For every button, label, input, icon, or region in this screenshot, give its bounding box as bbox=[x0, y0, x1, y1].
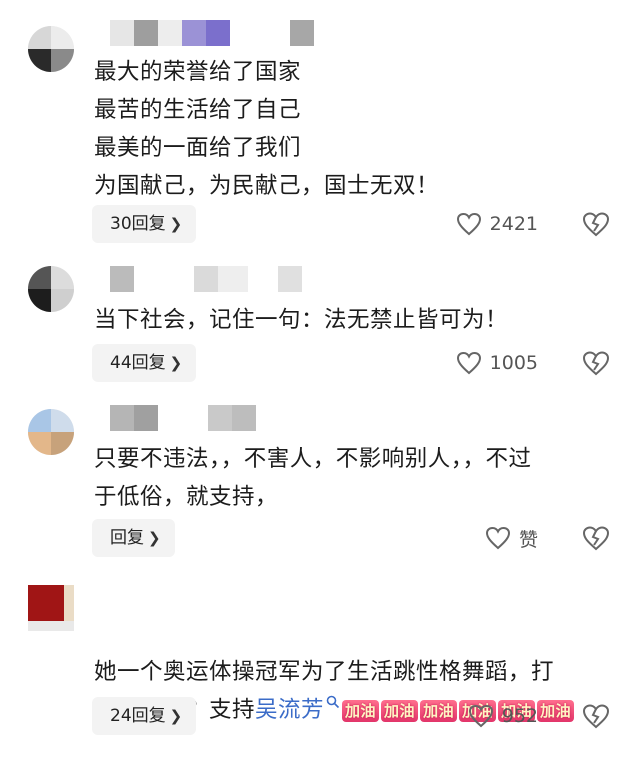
cheer-sticker: 加油 bbox=[537, 699, 575, 722]
broken-heart-icon[interactable] bbox=[582, 349, 610, 377]
comment-text: 只要不违法，，不害人，不影响别人，，不过 于低俗，就支持， bbox=[94, 446, 532, 510]
like-count: 1005 bbox=[489, 352, 538, 374]
chevron-right-icon: ❯ bbox=[169, 707, 183, 725]
cheer-sticker: 加油 bbox=[381, 699, 419, 722]
reply-label: 44回复 bbox=[110, 353, 166, 373]
chevron-right-icon: ❯ bbox=[169, 354, 183, 372]
reply-button[interactable]: 30回复 ❯ bbox=[92, 205, 197, 243]
heart-outline-icon bbox=[456, 351, 481, 375]
avatar[interactable] bbox=[28, 266, 74, 312]
comment-text: 最大的荣誉给了国家 最苦的生活给了自己 最美的一面给了我们 为国献己，为民献己，… bbox=[94, 59, 440, 199]
heart-outline-icon bbox=[456, 212, 481, 236]
heart-outline-icon bbox=[485, 526, 510, 550]
comment-item: 当下社会，记住一句：法无禁止皆可为！ 44回复 ❯ 1005 bbox=[0, 250, 640, 385]
username-blurred[interactable] bbox=[110, 20, 314, 50]
chevron-right-icon: ❯ bbox=[148, 529, 161, 547]
like-button[interactable]: 1005 bbox=[456, 344, 538, 382]
cheer-sticker: 加油 bbox=[342, 699, 380, 722]
reply-label: 回复 bbox=[110, 528, 144, 548]
comment-item: 她一个奥运体操冠军为了生活跳性格舞蹈，打 了谁的脸？支持吴流芳加油加油加油加油加… bbox=[0, 585, 640, 762]
like-button[interactable]: 2421 bbox=[456, 205, 538, 243]
reply-label: 30回复 bbox=[110, 214, 166, 234]
like-count: 2421 bbox=[489, 213, 538, 235]
avatar[interactable] bbox=[28, 409, 74, 455]
like-count: 952 bbox=[501, 705, 538, 727]
avatar[interactable] bbox=[28, 585, 74, 631]
broken-heart-icon[interactable] bbox=[582, 524, 610, 552]
search-icon bbox=[326, 695, 340, 708]
like-button[interactable]: 赞 bbox=[485, 519, 538, 557]
broken-heart-icon[interactable] bbox=[582, 210, 610, 238]
reply-button[interactable]: 24回复 ❯ bbox=[92, 697, 197, 735]
broken-heart-icon[interactable] bbox=[582, 702, 610, 730]
comment-text: 当下社会，记住一句：法无禁止皆可为！ bbox=[94, 307, 509, 333]
comment-item: 最大的荣誉给了国家 最苦的生活给了自己 最美的一面给了我们 为国献己，为民献己，… bbox=[0, 0, 640, 250]
mention-name: 吴流芳 bbox=[255, 697, 325, 723]
like-button[interactable]: 952 bbox=[468, 697, 538, 735]
comment-item: 只要不违法，，不害人，不影响别人，，不过 于低俗，就支持， 回复 ❯ 赞 bbox=[0, 385, 640, 585]
heart-outline-icon bbox=[468, 704, 493, 728]
reply-button[interactable]: 44回复 ❯ bbox=[92, 344, 197, 382]
chevron-right-icon: ❯ bbox=[169, 215, 183, 233]
cheer-sticker: 加油 bbox=[420, 699, 458, 722]
username-blurred[interactable] bbox=[110, 266, 302, 296]
mention-link[interactable]: 吴流芳 bbox=[255, 695, 340, 723]
reply-label: 24回复 bbox=[110, 706, 166, 726]
avatar[interactable] bbox=[28, 26, 74, 72]
username-blurred[interactable] bbox=[110, 405, 256, 435]
like-count: 赞 bbox=[518, 528, 538, 551]
reply-button[interactable]: 回复 ❯ bbox=[92, 519, 175, 557]
